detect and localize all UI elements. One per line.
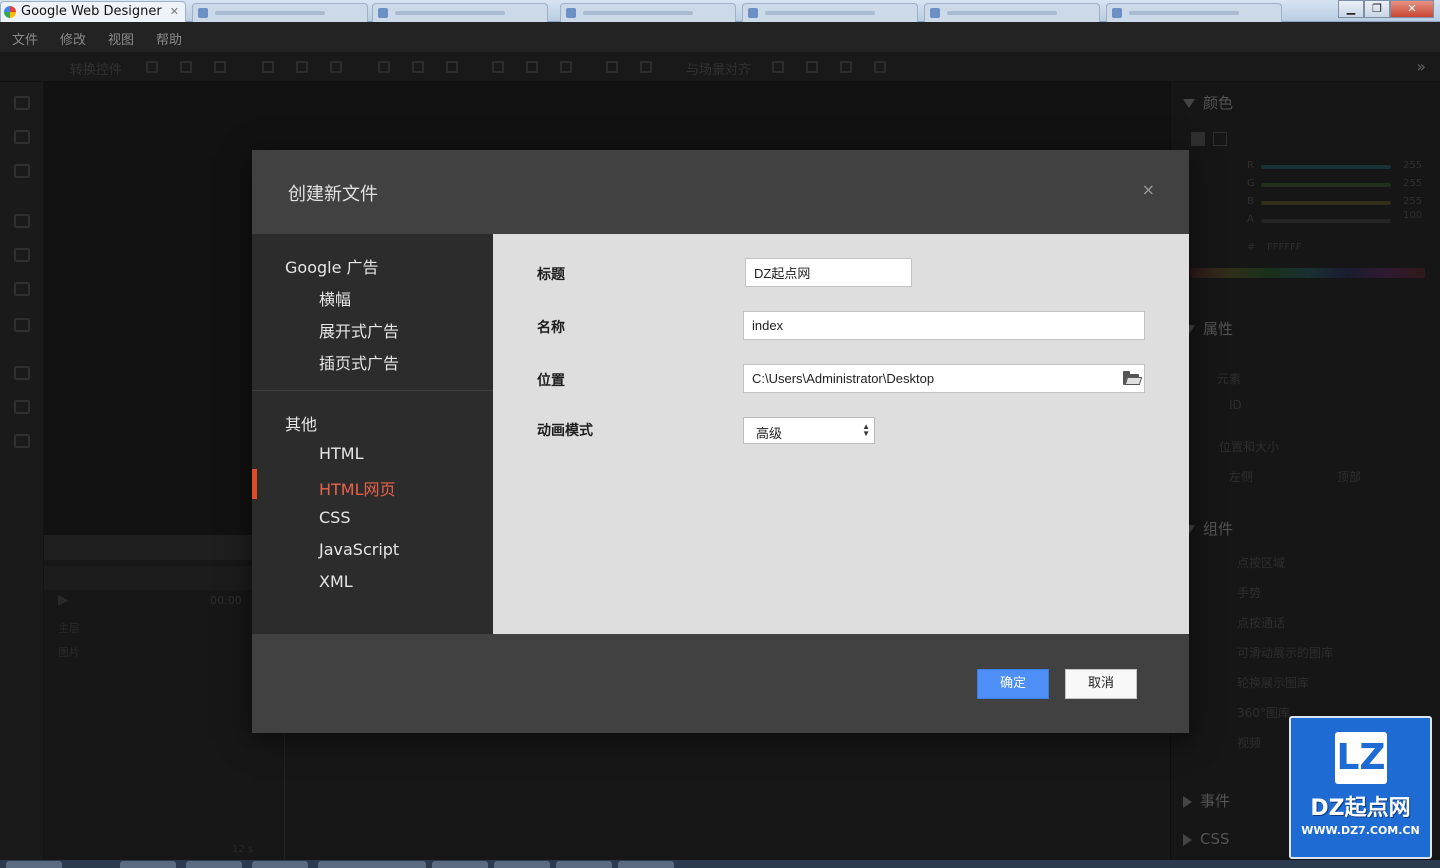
file-type-expandable-ad[interactable]: 展开式广告	[319, 318, 399, 342]
folder-icon[interactable]	[1123, 371, 1143, 385]
title-bar: Google Web Designer ✕ ▁ ❐ ✕	[0, 0, 1440, 22]
watermark-logo: LZ DZ起点网 WWW.DZ7.COM.CN	[1289, 716, 1432, 859]
menu-help[interactable]: 帮助	[156, 22, 204, 52]
close-button[interactable]: ✕	[1390, 0, 1434, 18]
title-input[interactable]	[745, 258, 912, 287]
file-type-banner[interactable]: 横幅	[319, 286, 351, 310]
file-type-interstitial-ad[interactable]: 插页式广告	[319, 350, 399, 374]
select-arrows-icon: ▲ ▼	[862, 422, 870, 438]
background-tab[interactable]	[192, 3, 368, 22]
taskbar-item[interactable]	[370, 861, 426, 868]
start-button[interactable]	[6, 861, 62, 868]
animation-mode-value: 高级	[756, 426, 783, 441]
file-type-xml[interactable]: XML	[319, 572, 353, 591]
animation-mode-select[interactable]: 高级 ▲ ▼	[743, 417, 875, 444]
create-file-dialog: 创建新文件 × Google 广告 横幅 展开式广告 插页式广告 其他 HTML…	[252, 150, 1189, 733]
group-google-ads: Google 广告	[285, 258, 379, 277]
taskbar-item[interactable]	[432, 861, 488, 868]
watermark-url: WWW.DZ7.COM.CN	[1301, 824, 1420, 837]
background-tab[interactable]	[372, 3, 548, 22]
selection-marker	[252, 469, 257, 499]
dialog-body: Google 广告 横幅 展开式广告 插页式广告 其他 HTML HTML网页 …	[252, 234, 1189, 634]
menu-modify[interactable]: 修改	[60, 22, 108, 52]
close-icon[interactable]: ×	[1142, 180, 1155, 199]
background-tab[interactable]	[1106, 3, 1282, 22]
file-type-list: Google 广告 横幅 展开式广告 插页式广告 其他 HTML HTML网页 …	[252, 234, 493, 634]
file-type-javascript[interactable]: JavaScript	[319, 540, 399, 559]
file-type-html-page[interactable]: HTML网页	[319, 476, 396, 500]
cancel-button[interactable]: 取消	[1065, 669, 1137, 699]
name-input[interactable]	[743, 311, 1145, 340]
animation-mode-label: 动画模式	[537, 423, 593, 439]
taskbar-item[interactable]	[318, 861, 374, 868]
taskbar-item[interactable]	[494, 861, 550, 868]
file-type-html[interactable]: HTML	[319, 444, 364, 463]
title-label: 标题	[537, 267, 565, 283]
google-logo-icon	[4, 6, 16, 18]
location-label: 位置	[537, 373, 565, 389]
location-input[interactable]	[743, 364, 1145, 393]
name-label: 名称	[537, 320, 565, 336]
app-tab[interactable]: Google Web Designer ✕	[0, 1, 186, 22]
tab-close-icon[interactable]: ✕	[170, 5, 179, 18]
minimize-button[interactable]: ▁	[1338, 0, 1364, 18]
group-other: 其他	[285, 415, 318, 434]
background-tab[interactable]	[560, 3, 736, 22]
dialog-title: 创建新文件	[288, 184, 378, 205]
app-title: Google Web Designer	[21, 4, 162, 19]
menu-file[interactable]: 文件	[12, 22, 60, 52]
file-type-css[interactable]: CSS	[319, 508, 350, 527]
menu-bar: 文件 修改 视图 帮助	[0, 22, 1440, 52]
ok-button[interactable]: 确定	[977, 669, 1049, 699]
background-tab[interactable]	[742, 3, 918, 22]
taskbar-item[interactable]	[618, 861, 674, 868]
taskbar-item[interactable]	[556, 861, 612, 868]
window-controls: ▁ ❐ ✕	[1338, 0, 1434, 18]
watermark-mark: LZ	[1335, 732, 1387, 784]
maximize-button[interactable]: ❐	[1364, 0, 1390, 18]
taskbar-item[interactable]	[186, 861, 242, 868]
file-settings-form: 标题 名称 位置 动画模式 高级 ▲▼	[493, 234, 1189, 634]
menu-view[interactable]: 视图	[108, 22, 156, 52]
group-divider	[252, 390, 493, 391]
taskbar-item[interactable]	[120, 861, 176, 868]
background-tab[interactable]	[924, 3, 1100, 22]
watermark-name: DZ起点网	[1310, 796, 1411, 821]
taskbar-item[interactable]	[252, 861, 308, 868]
